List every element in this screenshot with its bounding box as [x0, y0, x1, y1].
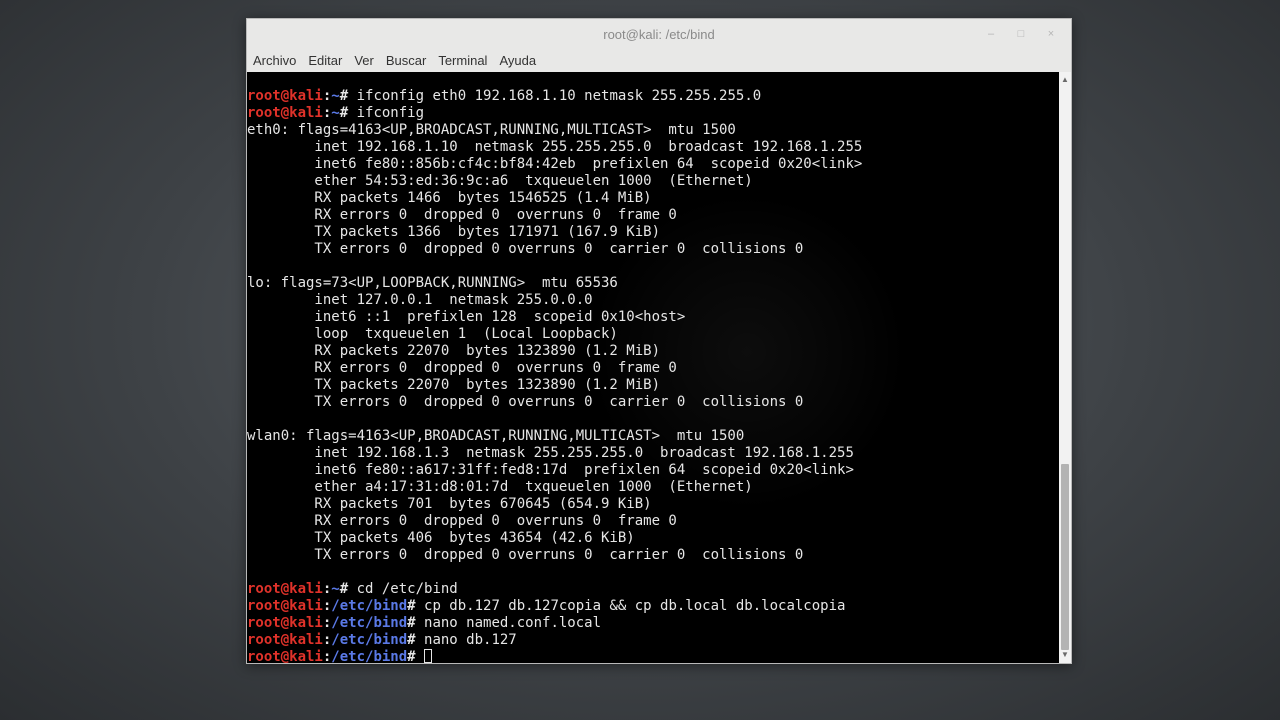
- command-line: root@kali:/etc/bind# nano db.127: [247, 632, 1059, 649]
- prompt-path: ~: [331, 105, 340, 121]
- menu-ayuda[interactable]: Ayuda: [493, 49, 542, 72]
- output-line: RX packets 22070 bytes 1323890 (1.2 MiB): [247, 343, 661, 359]
- menu-terminal[interactable]: Terminal: [432, 49, 493, 72]
- output-line: TX errors 0 dropped 0 overruns 0 carrier…: [247, 394, 804, 410]
- prompt-user: root@kali: [247, 581, 323, 597]
- prompt-user: root@kali: [247, 105, 323, 121]
- menu-editar[interactable]: Editar: [302, 49, 348, 72]
- window-controls: – □ ×: [979, 19, 1063, 49]
- output-line: inet 127.0.0.1 netmask 255.0.0.0: [247, 292, 593, 308]
- output-line: TX packets 22070 bytes 1323890 (1.2 MiB): [247, 377, 661, 393]
- terminal-window: root@kali: /etc/bind – □ × Archivo Edita…: [246, 18, 1072, 664]
- menu-bar: Archivo Editar Ver Buscar Terminal Ayuda: [247, 49, 1071, 72]
- prompt-path: /etc/bind: [331, 598, 408, 614]
- prompt-user: root@kali: [247, 598, 323, 614]
- prompt-user: root@kali: [247, 615, 323, 631]
- command-text: cd /etc/bind: [356, 581, 458, 597]
- output-line: wlan0: flags=4163<UP,BROADCAST,RUNNING,M…: [247, 428, 745, 444]
- command-line: root@kali:/etc/bind# cp db.127 db.127cop…: [247, 598, 1059, 615]
- output-line: eth0: flags=4163<UP,BROADCAST,RUNNING,MU…: [247, 122, 736, 138]
- output-line: loop txqueuelen 1 (Local Loopback): [247, 326, 618, 342]
- prompt-symbol: #: [407, 615, 425, 631]
- scroll-up-arrow-icon[interactable]: ▲: [1059, 74, 1071, 86]
- command-text: nano db.127: [424, 632, 517, 648]
- prompt-user: root@kali: [247, 649, 323, 663]
- output-line: RX errors 0 dropped 0 overruns 0 frame 0: [247, 513, 677, 529]
- prompt-symbol: #: [339, 88, 357, 104]
- output-line: RX packets 701 bytes 670645 (654.9 KiB): [247, 496, 652, 512]
- output-line: inet6 fe80::a617:31ff:fed8:17d prefixlen…: [247, 462, 854, 478]
- terminal-output[interactable]: root@kali:~# ifconfig eth0 192.168.1.10 …: [247, 72, 1059, 663]
- output-line: ether 54:53:ed:36:9c:a6 txqueuelen 1000 …: [247, 173, 753, 189]
- prompt-symbol: #: [407, 649, 425, 663]
- output-line: TX errors 0 dropped 0 overruns 0 carrier…: [247, 547, 804, 563]
- prompt-path: /etc/bind: [331, 649, 408, 663]
- output-line: inet6 ::1 prefixlen 128 scopeid 0x10<hos…: [247, 309, 686, 325]
- prompt-user: root@kali: [247, 88, 323, 104]
- prompt-path: /etc/bind: [331, 632, 408, 648]
- prompt-path: ~: [331, 88, 340, 104]
- output-line: TX errors 0 dropped 0 overruns 0 carrier…: [247, 241, 804, 257]
- close-button[interactable]: ×: [1039, 23, 1063, 45]
- command-line: root@kali:~# cd /etc/bind: [247, 581, 1059, 598]
- scrollbar-thumb[interactable]: [1061, 464, 1069, 650]
- output-line: TX packets 406 bytes 43654 (42.6 KiB): [247, 530, 635, 546]
- output-line: ether a4:17:31:d8:01:7d txqueuelen 1000 …: [247, 479, 753, 495]
- output-line: lo: flags=73<UP,LOOPBACK,RUNNING> mtu 65…: [247, 275, 618, 291]
- maximize-button[interactable]: □: [1009, 23, 1033, 45]
- command-text: nano named.conf.local: [424, 615, 602, 631]
- output-line: RX errors 0 dropped 0 overruns 0 frame 0: [247, 207, 677, 223]
- output-line: TX packets 1366 bytes 171971 (167.9 KiB): [247, 224, 661, 240]
- menu-ver[interactable]: Ver: [348, 49, 380, 72]
- output-line: RX errors 0 dropped 0 overruns 0 frame 0: [247, 360, 677, 376]
- prompt-path: /etc/bind: [331, 615, 408, 631]
- window-title: root@kali: /etc/bind: [603, 26, 715, 42]
- title-bar[interactable]: root@kali: /etc/bind – □ ×: [247, 19, 1071, 49]
- command-text: cp db.127 db.127copia && cp db.local db.…: [424, 598, 846, 614]
- command-line: root@kali:~# ifconfig eth0 192.168.1.10 …: [247, 88, 1059, 105]
- prompt-symbol: #: [339, 105, 357, 121]
- prompt-path: ~: [331, 581, 340, 597]
- minimize-button[interactable]: –: [979, 23, 1003, 45]
- terminal-scrollbar[interactable]: ▲ ▼: [1059, 72, 1071, 663]
- command-line: root@kali:/etc/bind# nano named.conf.loc…: [247, 615, 1059, 632]
- terminal-cursor: [424, 649, 433, 663]
- output-line: inet 192.168.1.10 netmask 255.255.255.0 …: [247, 139, 863, 155]
- command-text: ifconfig eth0 192.168.1.10 netmask 255.2…: [356, 88, 762, 104]
- menu-buscar[interactable]: Buscar: [380, 49, 432, 72]
- prompt-symbol: #: [407, 632, 425, 648]
- output-line: inet 192.168.1.3 netmask 255.255.255.0 b…: [247, 445, 854, 461]
- output-line: inet6 fe80::856b:cf4c:bf84:42eb prefixle…: [247, 156, 863, 172]
- menu-archivo[interactable]: Archivo: [247, 49, 302, 72]
- command-line: root@kali:/etc/bind#: [247, 649, 1059, 663]
- scroll-down-arrow-icon[interactable]: ▼: [1059, 649, 1071, 661]
- command-text: ifconfig: [356, 105, 425, 121]
- terminal-lines: root@kali:~# ifconfig eth0 192.168.1.10 …: [247, 88, 1059, 663]
- prompt-symbol: #: [339, 581, 357, 597]
- output-line: RX packets 1466 bytes 1546525 (1.4 MiB): [247, 190, 652, 206]
- prompt-symbol: #: [407, 598, 425, 614]
- prompt-user: root@kali: [247, 632, 323, 648]
- command-line: root@kali:~# ifconfig: [247, 105, 1059, 122]
